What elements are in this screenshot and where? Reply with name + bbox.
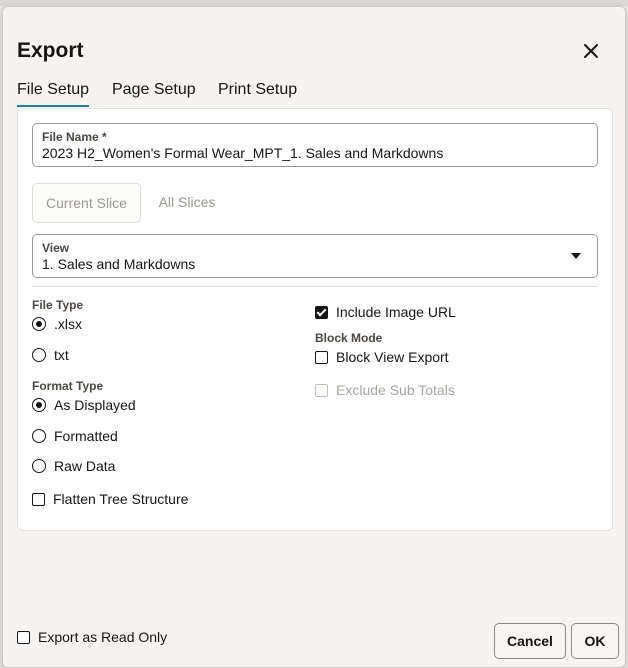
block-mode-label: Block Mode <box>315 331 383 345</box>
file-name-field[interactable]: File Name * 2023 H2_Women's Formal Wear_… <box>32 123 598 167</box>
block-view-export-checkbox[interactable]: Block View Export <box>315 349 449 365</box>
flatten-tree-label: Flatten Tree Structure <box>53 491 189 507</box>
radio-raw-data-label: Raw Data <box>54 458 116 474</box>
exclude-sub-totals-label: Exclude Sub Totals <box>336 382 455 398</box>
radio-checked-icon <box>32 317 46 331</box>
radio-xlsx-label: .xlsx <box>54 316 82 332</box>
file-name-label: File Name * <box>42 130 107 144</box>
dialog-title: Export <box>17 39 84 62</box>
file-type-label: File Type <box>32 298 84 312</box>
flatten-tree-checkbox[interactable]: Flatten Tree Structure <box>32 491 188 507</box>
radio-txt[interactable]: txt <box>32 347 69 363</box>
radio-txt-label: txt <box>54 347 69 363</box>
radio-raw-data[interactable]: Raw Data <box>32 458 115 474</box>
checkbox-checked-icon <box>315 305 328 319</box>
export-read-only-checkbox[interactable]: Export as Read Only <box>17 629 167 645</box>
ok-button[interactable]: OK <box>571 623 619 659</box>
radio-as-displayed-label: As Displayed <box>54 397 136 413</box>
all-slices-button[interactable]: All Slices <box>149 183 225 221</box>
radio-as-displayed[interactable]: As Displayed <box>32 397 136 413</box>
exclude-sub-totals-checkbox: Exclude Sub Totals <box>315 382 455 398</box>
include-image-url-checkbox[interactable]: Include Image URL <box>315 304 456 320</box>
view-label: View <box>42 241 70 255</box>
radio-formatted-label: Formatted <box>54 428 118 444</box>
tab-page-setup[interactable]: Page Setup <box>112 81 196 105</box>
caret-down-icon <box>571 253 581 259</box>
block-view-export-label: Block View Export <box>336 349 449 365</box>
radio-xlsx[interactable]: .xlsx <box>32 316 82 332</box>
checkbox-unchecked-icon <box>17 630 30 644</box>
divider <box>32 286 598 287</box>
radio-unchecked-icon <box>32 429 46 443</box>
cancel-button[interactable]: Cancel <box>494 623 566 659</box>
export-read-only-label: Export as Read Only <box>38 629 168 645</box>
radio-formatted[interactable]: Formatted <box>32 428 118 444</box>
radio-unchecked-icon <box>32 348 46 362</box>
checkbox-unchecked-icon <box>315 350 328 364</box>
view-select[interactable]: View 1. Sales and Markdowns <box>32 234 598 278</box>
file-setup-panel: File Name * 2023 H2_Women's Formal Wear_… <box>17 108 613 531</box>
checkbox-disabled-icon <box>315 383 328 397</box>
current-slice-button[interactable]: Current Slice <box>32 183 141 223</box>
view-value: 1. Sales and Markdowns <box>42 256 196 272</box>
file-name-value[interactable]: 2023 H2_Women's Formal Wear_MPT_1. Sales… <box>42 145 443 161</box>
radio-unchecked-icon <box>32 459 46 473</box>
radio-checked-icon <box>32 398 46 412</box>
format-type-label: Format Type <box>32 379 104 393</box>
checkbox-unchecked-icon <box>32 492 45 506</box>
include-image-url-label: Include Image URL <box>336 304 456 320</box>
tab-file-setup[interactable]: File Setup <box>17 81 90 107</box>
export-dialog: Export File Setup Page Setup Print Setup… <box>2 6 626 668</box>
tab-print-setup[interactable]: Print Setup <box>218 81 297 105</box>
close-icon[interactable] <box>581 41 601 61</box>
